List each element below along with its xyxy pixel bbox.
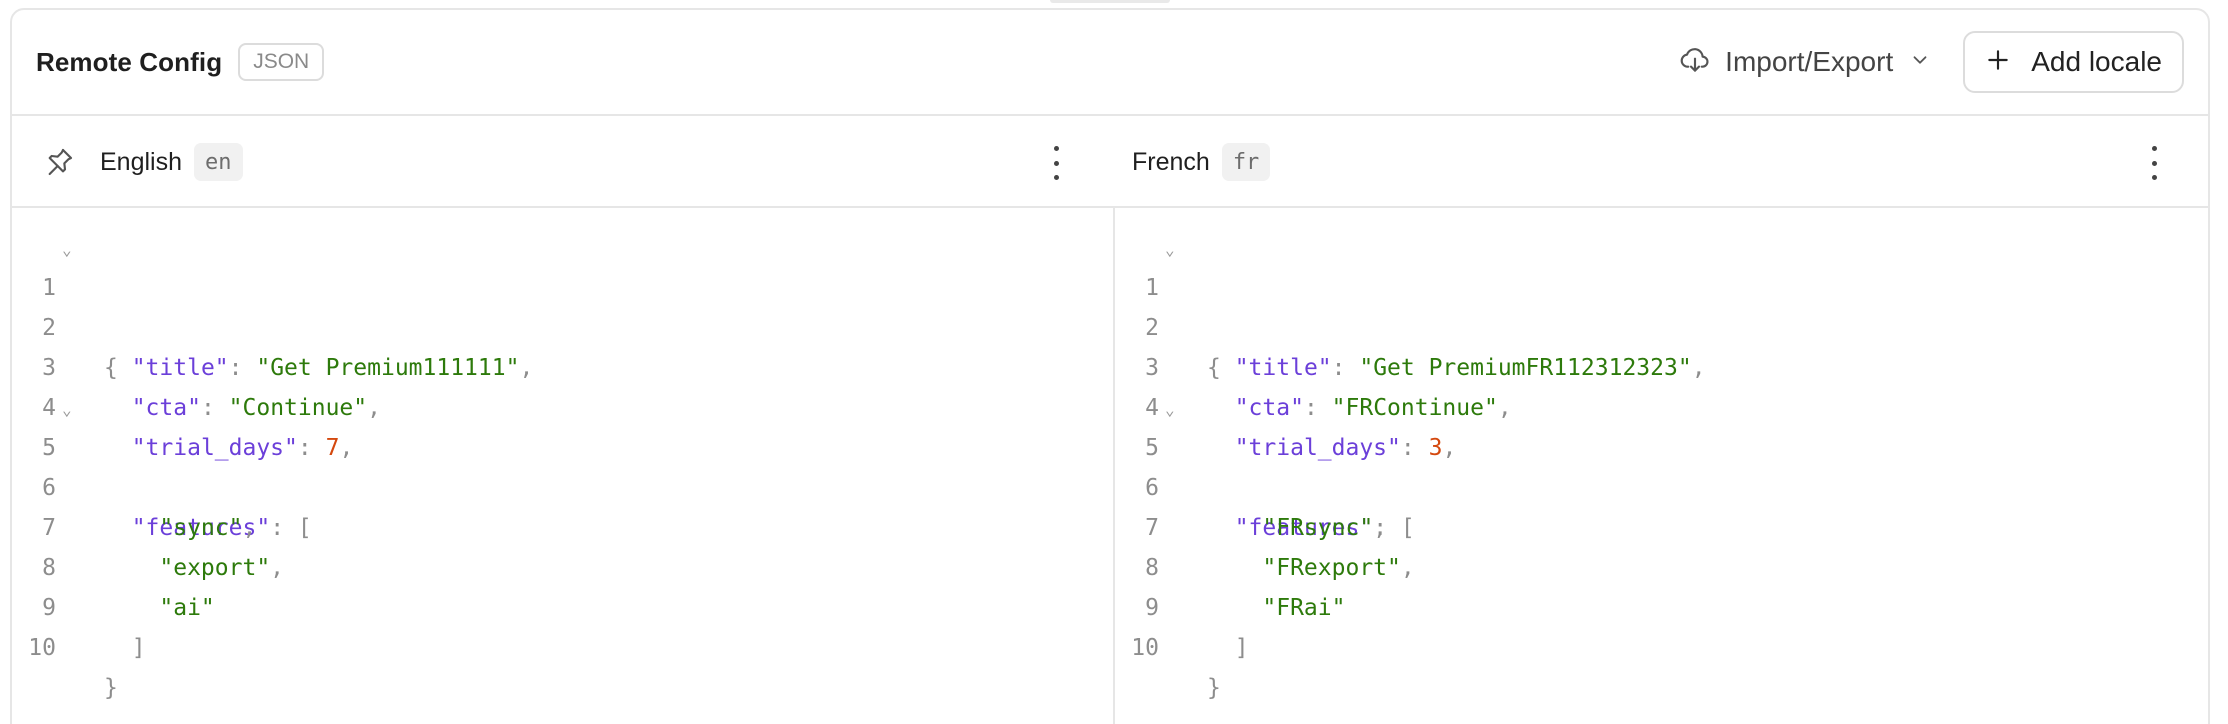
- plus-icon: [1985, 47, 2011, 78]
- line-number: 10: [1131, 635, 1159, 661]
- code-editor-fr[interactable]: 1 ⌄ { 2 "title": "Get PremiumFR112312323…: [1115, 228, 2208, 701]
- remote-config-panel: Remote Config JSON Import/Export Add loc…: [10, 8, 2210, 724]
- locale-code: en: [194, 143, 243, 181]
- add-locale-label: Add locale: [2031, 46, 2162, 77]
- locale-header-en: English en: [42, 116, 1094, 208]
- fold-chevron-icon[interactable]: ⌄: [62, 228, 72, 272]
- code-line: 7 "FRexport",: [1115, 468, 2208, 581]
- code-line: 3 "cta": "FRContinue",: [1115, 308, 2208, 421]
- code-line: 10 }: [12, 588, 1112, 701]
- chevron-down-icon: [1909, 49, 1931, 76]
- locale-name: English: [100, 147, 182, 176]
- page-title: Remote Config: [36, 46, 223, 77]
- locale-header-row: English en French fr: [12, 116, 2208, 208]
- line-number: 10: [28, 635, 56, 661]
- code-line: 6 "FRsync",: [1115, 428, 2208, 541]
- code-line: 9 ]: [1115, 548, 2208, 661]
- code-line: 10 }: [1115, 588, 2208, 701]
- add-locale-button[interactable]: Add locale: [1963, 31, 2184, 93]
- code-line: 9 ]: [12, 548, 1112, 661]
- code-line: 7 "export",: [12, 468, 1112, 581]
- code-line: 5 ⌄ "features": [: [1115, 388, 2208, 541]
- pin-icon[interactable]: [42, 145, 76, 179]
- code-line: 4 "trial_days": 7,: [12, 348, 1112, 461]
- top-tab-handle: [1050, 0, 1170, 3]
- fold-chevron-icon[interactable]: ⌄: [1165, 388, 1175, 432]
- more-vertical-icon[interactable]: [2144, 146, 2164, 180]
- editors-area: 1 ⌄ { 2 "title": "Get Premium111111", 3 …: [12, 208, 2208, 724]
- fold-chevron-icon[interactable]: ⌄: [62, 388, 72, 432]
- import-export-label: Import/Export: [1725, 46, 1894, 77]
- import-export-button[interactable]: Import/Export: [1665, 32, 1945, 92]
- code-line: 3 "cta": "Continue",: [12, 308, 1112, 421]
- format-badge: JSON: [238, 43, 325, 81]
- code-line: 5 ⌄ "features": [: [12, 388, 1112, 541]
- fold-chevron-icon[interactable]: ⌄: [1165, 228, 1175, 272]
- code-line: 8 "ai": [12, 508, 1112, 621]
- locale-name: French: [1132, 147, 1210, 176]
- more-vertical-icon[interactable]: [1046, 146, 1066, 180]
- code-line: 6 "sync",: [12, 428, 1112, 541]
- code-line: 1 ⌄ {: [12, 228, 1112, 381]
- panel-header: Remote Config JSON Import/Export Add loc…: [12, 10, 2208, 116]
- locale-header-fr: French fr: [1132, 116, 2192, 208]
- code-editor-en[interactable]: 1 ⌄ { 2 "title": "Get Premium111111", 3 …: [12, 228, 1112, 701]
- code-line: 1 ⌄ {: [1115, 228, 2208, 381]
- cloud-download-icon: [1679, 44, 1711, 81]
- code-line: 8 "FRai": [1115, 508, 2208, 621]
- code-line: 4 "trial_days": 3,: [1115, 348, 2208, 461]
- code-line: 2 "title": "Get PremiumFR112312323",: [1115, 268, 2208, 381]
- locale-code: fr: [1221, 143, 1271, 181]
- code-line: 2 "title": "Get Premium111111",: [12, 268, 1112, 381]
